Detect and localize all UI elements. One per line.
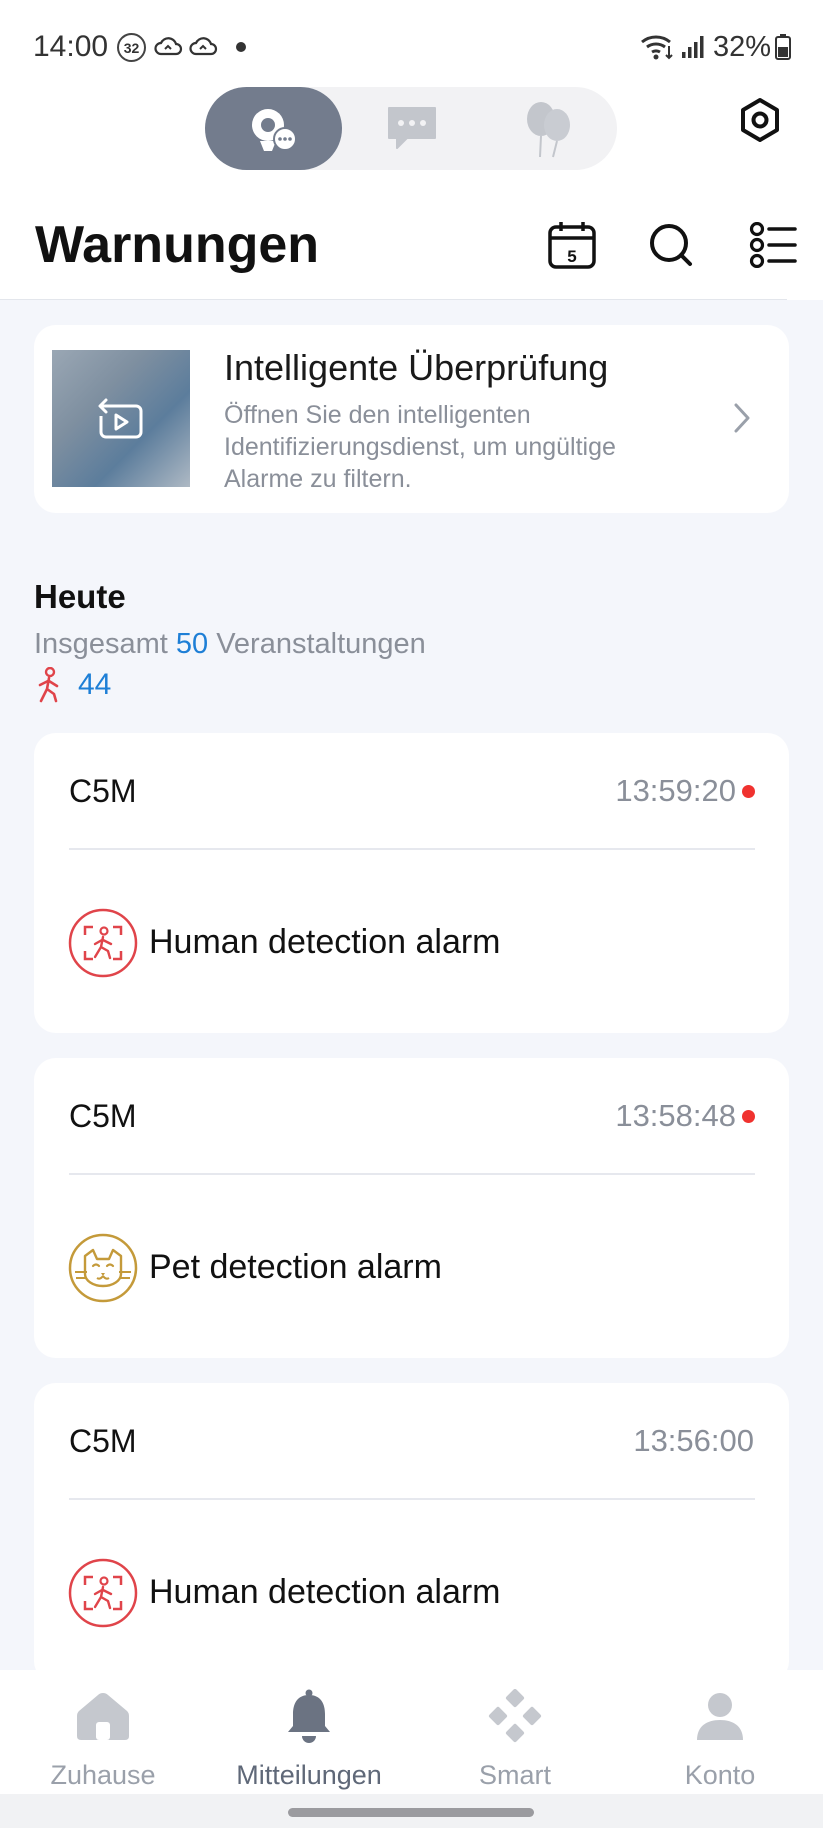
wifi-icon xyxy=(641,35,673,60)
gear-icon xyxy=(741,98,779,142)
nav-label: Mitteilungen xyxy=(236,1760,382,1790)
search-button[interactable] xyxy=(644,218,698,272)
cloud-sync-icon xyxy=(189,37,218,56)
promo-thumbnail xyxy=(52,350,190,487)
human-detection-icon xyxy=(68,1558,138,1628)
promo-description: Öffnen Sie den intelligenten Identifizie… xyxy=(224,401,616,493)
calendar-icon: 5 xyxy=(548,222,596,269)
home-icon xyxy=(77,1693,129,1740)
status-bar: 14:00 32 32% xyxy=(0,0,823,96)
video-replay-icon xyxy=(98,398,143,438)
event-time-text: 13:58:48 xyxy=(615,1098,736,1133)
search-icon xyxy=(650,224,692,266)
event-device: C5M xyxy=(69,1098,137,1134)
account-icon xyxy=(697,1693,743,1740)
event-card[interactable]: C5M 13:59:20 Human detection alarm xyxy=(34,733,789,1033)
event-time: 13:56:00 xyxy=(633,1423,754,1459)
human-detection-icon xyxy=(68,908,138,978)
bottom-navigation: Zuhause Mitteilungen Smart Konto xyxy=(0,1670,823,1794)
summary-suffix: Veranstaltungen xyxy=(216,628,426,660)
event-device: C5M xyxy=(69,1423,137,1459)
event-summary: Insgesamt 50 Veranstaltungen xyxy=(34,628,426,661)
event-label: Human detection alarm xyxy=(149,923,501,961)
nav-item-home[interactable]: Zuhause xyxy=(0,1670,206,1794)
segment-alerts[interactable] xyxy=(205,87,342,170)
event-device: C5M xyxy=(69,773,137,809)
unread-dot xyxy=(742,1109,755,1123)
event-time-text: 13:59:20 xyxy=(615,773,736,808)
battery-percent: 32% xyxy=(713,31,772,63)
more-notifications-dot xyxy=(236,42,246,52)
event-divider xyxy=(69,848,755,850)
person-count: 44 xyxy=(78,668,112,701)
filter-list-button[interactable] xyxy=(746,218,800,272)
list-icon xyxy=(749,222,797,268)
summary-count: 50 xyxy=(175,628,209,660)
battery-icon xyxy=(775,34,791,60)
chevron-right-icon xyxy=(724,400,760,436)
event-label: Pet detection alarm xyxy=(149,1248,442,1286)
header-divider xyxy=(0,299,787,300)
event-divider xyxy=(69,1173,755,1175)
page-title: Warnungen xyxy=(35,216,320,274)
nav-item-smart[interactable]: Smart xyxy=(412,1670,618,1794)
summary-prefix: Insgesamt xyxy=(34,628,168,660)
camera-alert-icon xyxy=(251,108,297,151)
chat-icon xyxy=(387,106,436,149)
event-time: 13:58:48 xyxy=(615,1098,755,1134)
nav-item-notifications[interactable]: Mitteilungen xyxy=(206,1670,412,1794)
event-card[interactable]: C5M 13:56:00 Human detection alarm xyxy=(34,1383,789,1683)
event-time: 13:59:20 xyxy=(615,773,755,809)
smart-icon xyxy=(488,1689,542,1743)
smart-review-card[interactable]: Intelligente Überprüfung Öffnen Sie den … xyxy=(34,325,789,513)
status-time: 14:00 xyxy=(33,30,109,63)
nav-label: Smart xyxy=(478,1760,551,1790)
event-label: Human detection alarm xyxy=(149,1573,501,1611)
promo-title: Intelligente Überprüfung xyxy=(224,347,609,388)
calendar-button[interactable]: 5 xyxy=(545,218,599,272)
unread-dot xyxy=(742,784,755,798)
segment-messages[interactable] xyxy=(343,87,480,170)
person-walking-icon xyxy=(38,667,59,703)
section-title-today: Heute xyxy=(34,578,126,615)
settings-button[interactable] xyxy=(735,95,785,145)
nav-label: Konto xyxy=(684,1760,756,1790)
bell-icon xyxy=(288,1689,330,1743)
cloud-sync-icon xyxy=(154,37,183,56)
event-time-text: 13:56:00 xyxy=(633,1423,754,1458)
segment-events[interactable] xyxy=(480,87,617,170)
pet-detection-icon xyxy=(68,1233,138,1303)
balloon-icon xyxy=(526,101,570,157)
person-count-row[interactable]: 44 xyxy=(36,665,111,705)
message-type-switch xyxy=(205,87,617,170)
svg-text:5: 5 xyxy=(567,247,576,266)
event-card[interactable]: C5M 13:58:48 Pet detection alarm xyxy=(34,1058,789,1358)
nav-label: Zuhause xyxy=(50,1760,156,1790)
home-gesture-bar[interactable] xyxy=(288,1808,534,1817)
notification-count-badge: 32 xyxy=(117,33,146,62)
event-divider xyxy=(69,1498,755,1500)
signal-icon xyxy=(682,36,704,58)
nav-item-account[interactable]: Konto xyxy=(617,1670,823,1794)
